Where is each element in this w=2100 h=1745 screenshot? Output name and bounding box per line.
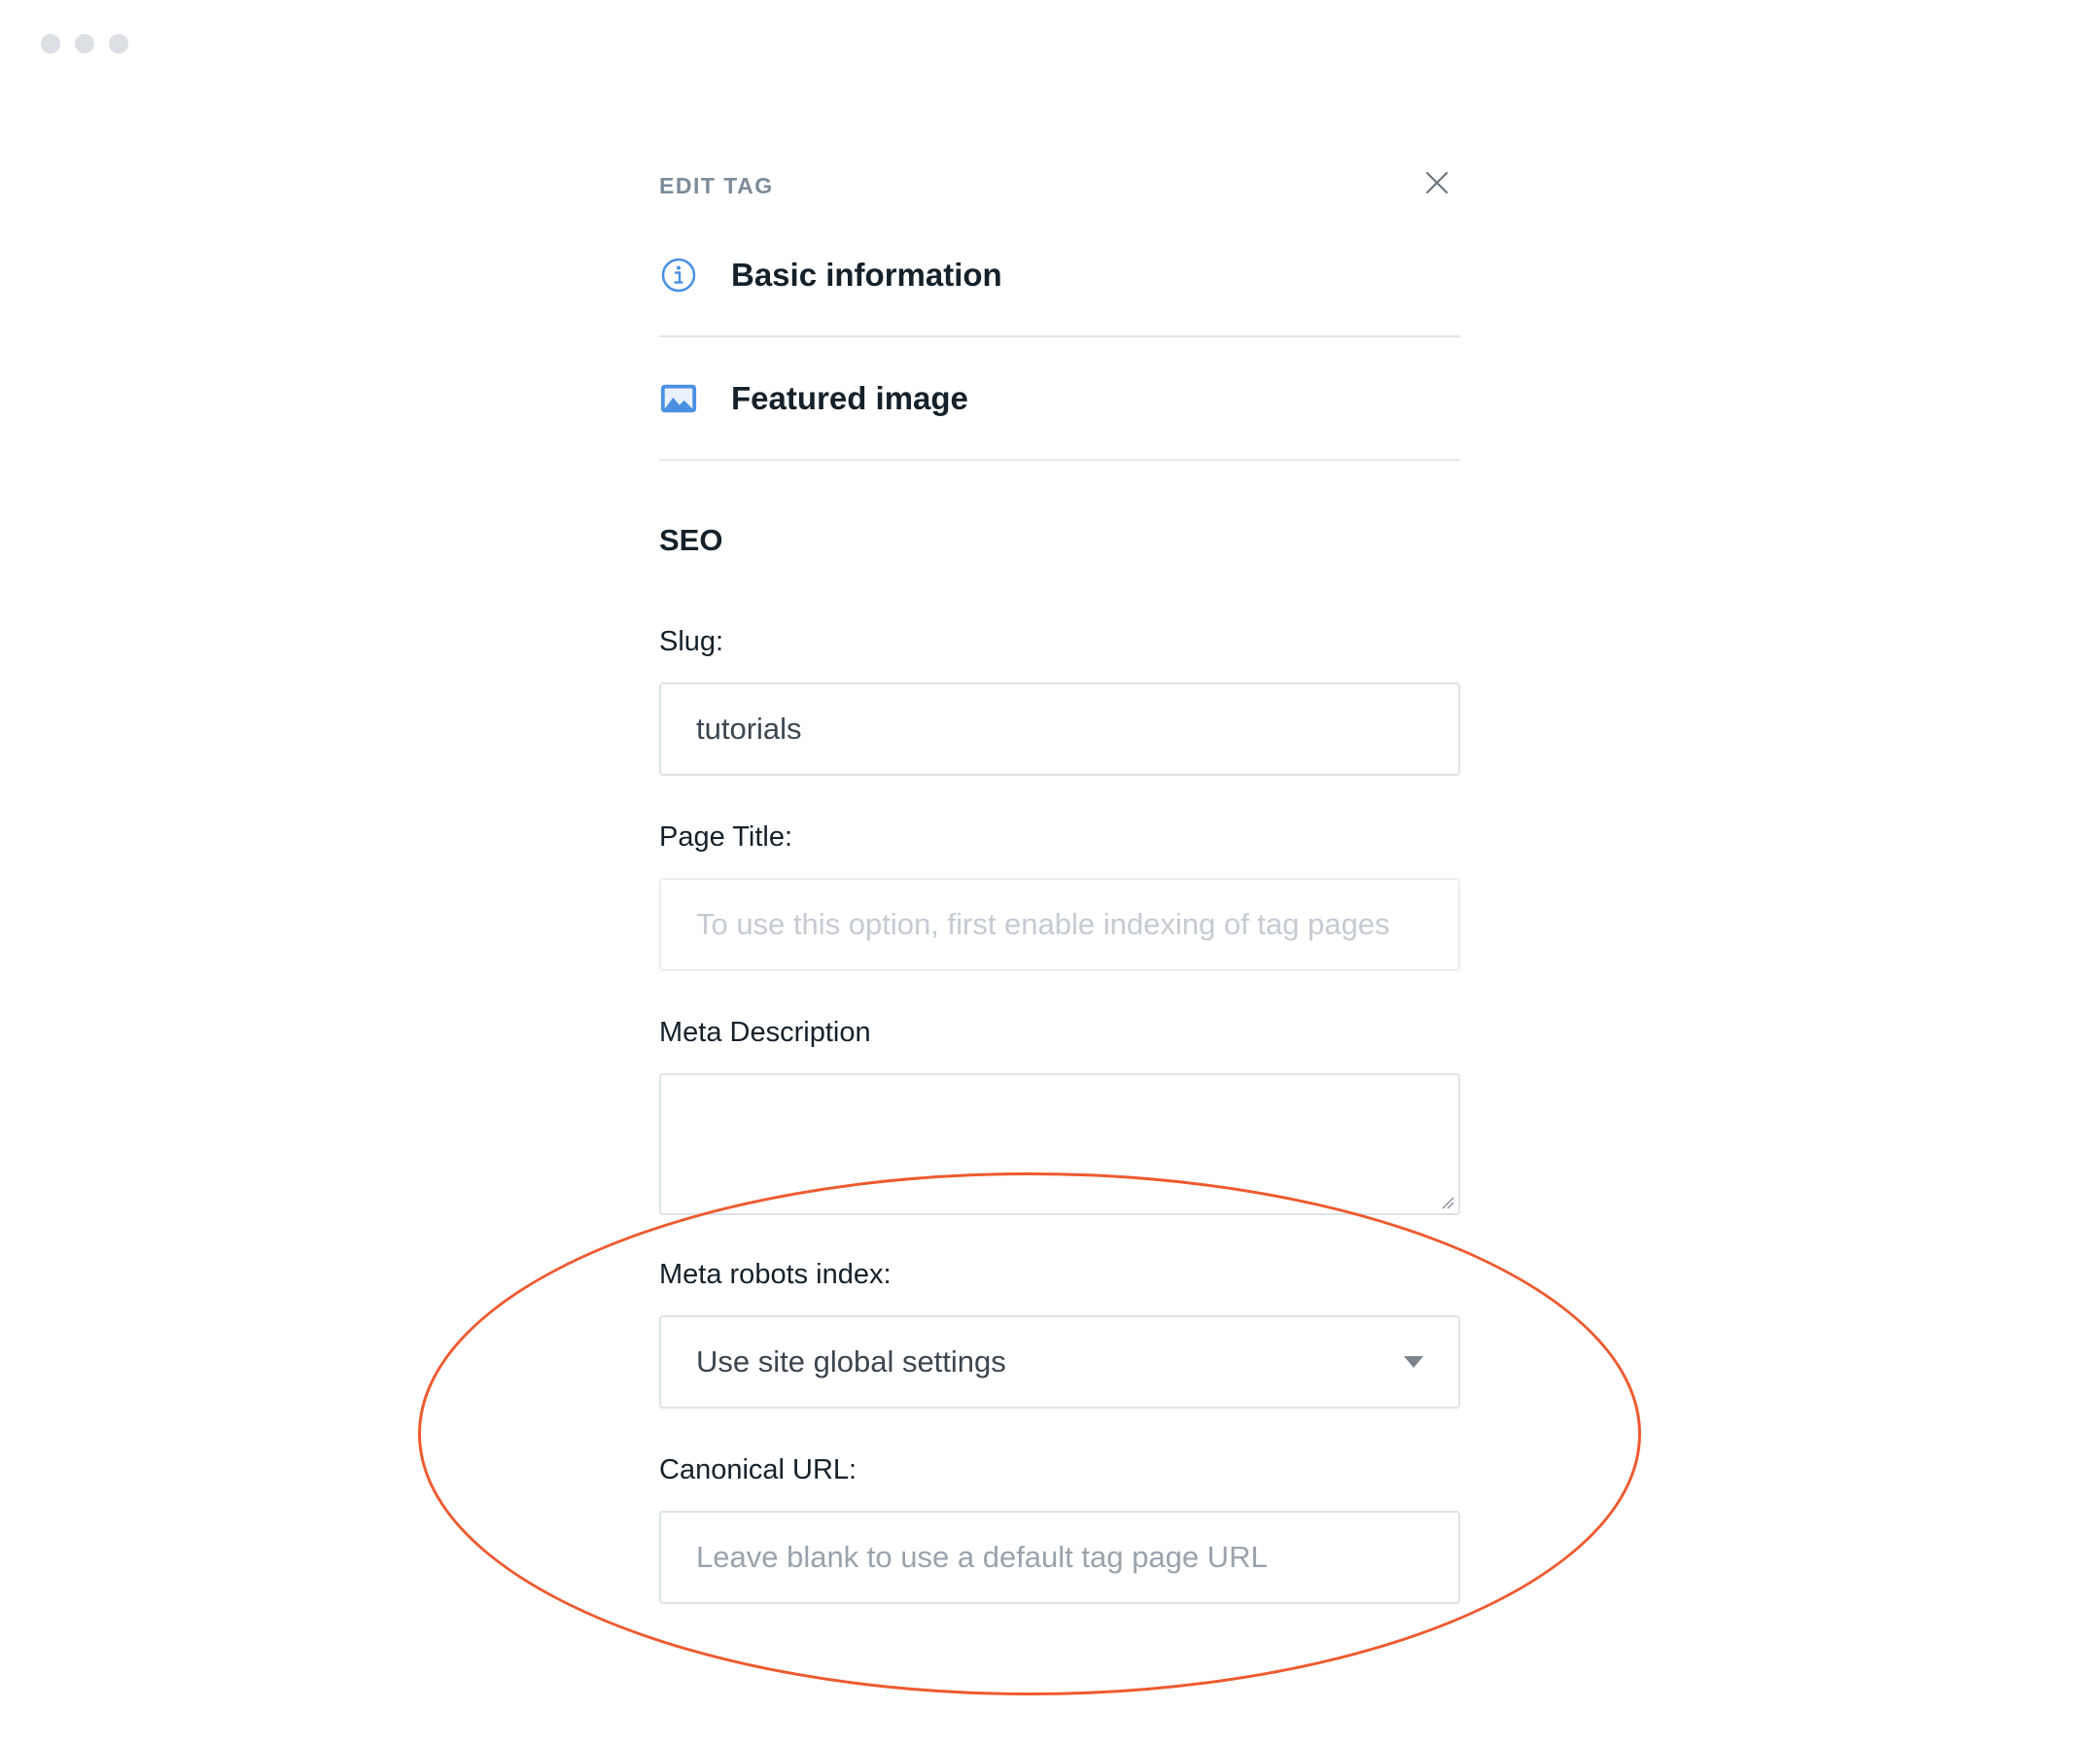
slug-input[interactable]: tutorials	[659, 682, 1460, 776]
chevron-down-icon	[1404, 1356, 1423, 1368]
close-icon	[1425, 171, 1449, 194]
highlight-annotation	[418, 1172, 1641, 1695]
meta-robots-select[interactable]: Use site global settings	[659, 1315, 1460, 1409]
info-icon	[659, 256, 698, 295]
screen: EDIT TAG Basic information Featured imag…	[0, 0, 2100, 1745]
slug-label: Slug:	[659, 626, 724, 657]
page-title-input: To use this option, first enable indexin…	[659, 878, 1460, 971]
panel-title: EDIT TAG	[659, 173, 774, 198]
section-basic-information[interactable]: Basic information	[659, 214, 1460, 337]
meta-description-textarea[interactable]	[659, 1073, 1460, 1215]
meta-description-label: Meta Description	[659, 1017, 871, 1048]
section-label: Featured image	[731, 379, 968, 416]
page-title-placeholder: To use this option, first enable indexin…	[696, 907, 1390, 941]
close-button[interactable]	[1423, 169, 1451, 196]
slug-value: tutorials	[696, 712, 802, 746]
canonical-url-placeholder: Leave blank to use a default tag page UR…	[696, 1540, 1268, 1574]
resize-handle-icon[interactable]	[1441, 1196, 1454, 1209]
seo-heading: SEO	[659, 523, 723, 557]
window-dot[interactable]	[41, 34, 60, 53]
canonical-url-label: Canonical URL:	[659, 1454, 858, 1485]
canonical-url-input[interactable]: Leave blank to use a default tag page UR…	[659, 1511, 1460, 1604]
window-dot[interactable]	[109, 34, 128, 53]
meta-robots-selected: Use site global settings	[696, 1344, 1006, 1379]
edit-tag-panel: EDIT TAG Basic information Featured imag…	[659, 156, 1460, 1604]
page-title-label: Page Title:	[659, 821, 793, 853]
meta-robots-label: Meta robots index:	[659, 1259, 892, 1290]
section-label: Basic information	[731, 256, 1002, 293]
section-featured-image[interactable]: Featured image	[659, 337, 1460, 461]
panel-header: EDIT TAG	[659, 156, 1460, 214]
window-dot[interactable]	[75, 34, 94, 53]
image-icon	[659, 379, 698, 418]
window-controls	[41, 34, 128, 53]
